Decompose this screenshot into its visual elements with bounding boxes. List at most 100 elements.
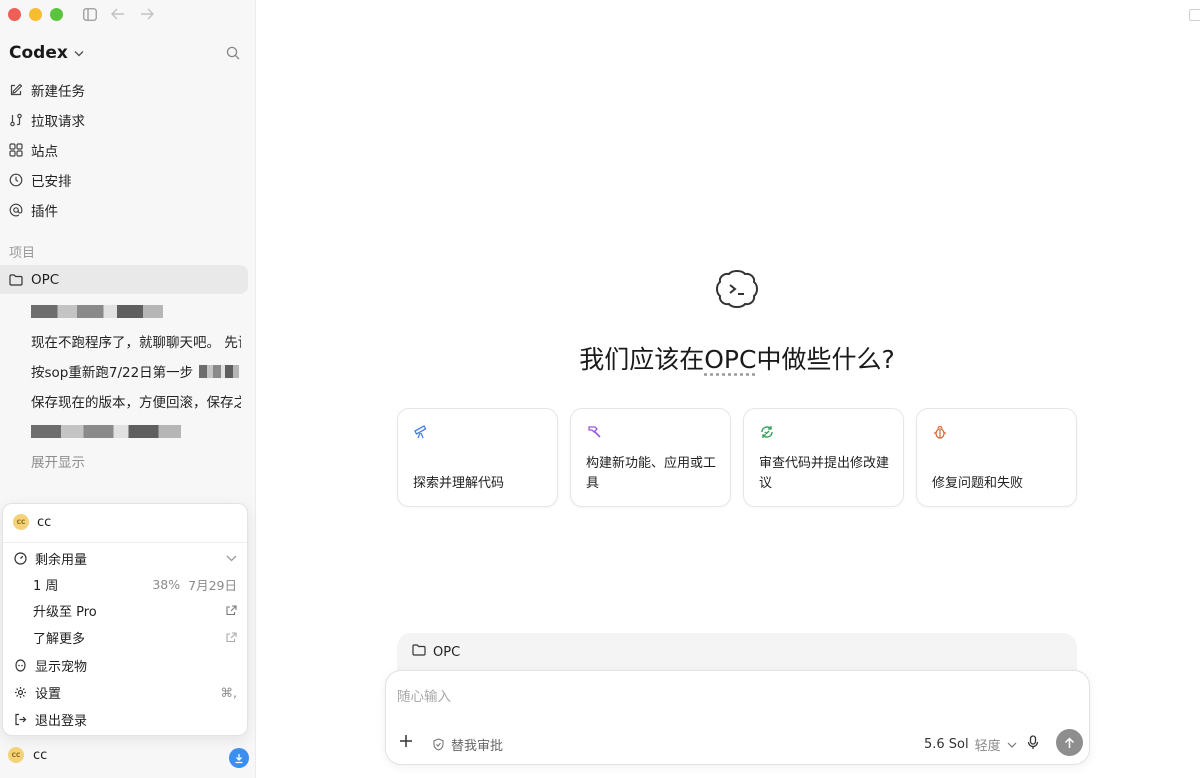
suggestion-card-build[interactable]: 构建新功能、应用或工具: [570, 408, 731, 507]
thread-title: 保存现在的版本，方便回滚，保存之: [31, 395, 241, 411]
avatar: CC: [8, 747, 24, 763]
thread-item[interactable]: [31, 416, 241, 446]
model-name: 5.6 Sol: [924, 737, 969, 752]
settings-label: 设置: [35, 686, 62, 702]
project-item-opc[interactable]: OPC: [0, 265, 248, 294]
account-button[interactable]: CC cc: [8, 747, 47, 763]
search-icon[interactable]: [226, 45, 240, 64]
close-window-button[interactable]: [8, 8, 21, 21]
redacted-text: [31, 424, 181, 438]
model-selector[interactable]: 5.6 Sol 轻度: [924, 735, 1017, 754]
usage-reset-date: 7月29日: [188, 577, 237, 593]
sidebar: Codex 新建任务 拉取请求 站点 已安排 插件 项目 OPC 现在不跑程序了…: [0, 0, 256, 778]
review-icon: [759, 424, 775, 444]
telescope-icon: [413, 424, 429, 444]
message-input[interactable]: 随心输入: [397, 685, 451, 705]
logout-label: 退出登录: [35, 713, 88, 729]
account-menu-user: CC cc: [13, 514, 51, 530]
page-title: 我们应该在OPC中做些什么?: [400, 340, 1074, 376]
thread-item[interactable]: 按sop重新跑7/22日第一步: [31, 356, 241, 386]
app-switcher[interactable]: Codex: [9, 43, 84, 63]
sidebar-item-pull-requests[interactable]: 拉取请求: [0, 105, 256, 135]
chevron-down-icon: [226, 555, 237, 561]
account-username: cc: [37, 514, 52, 530]
app-title: Codex: [9, 43, 68, 63]
window-panel-icon[interactable]: [1189, 9, 1200, 21]
composer-project-selector[interactable]: OPC: [412, 644, 460, 660]
thread-item[interactable]: 保存现在的版本，方便回滚，保存之: [31, 386, 241, 416]
clock-icon: [9, 173, 23, 187]
sidebar-item-plugins[interactable]: 插件: [0, 195, 256, 225]
suggestion-card-review[interactable]: 审查代码并提出修改建议: [743, 408, 904, 507]
learn-more-menu-item[interactable]: 了解更多: [13, 624, 237, 650]
sidebar-item-new-task[interactable]: 新建任务: [0, 75, 256, 105]
message-composer: 随心输入 替我审批 5.6 Sol 轻度: [385, 670, 1090, 765]
edit-icon: [9, 83, 23, 97]
show-pet-label: 显示宠物: [35, 659, 88, 675]
external-link-icon: [226, 604, 237, 615]
project-name: OPC: [31, 271, 60, 288]
microphone-icon[interactable]: [1027, 735, 1039, 754]
redacted-text: [31, 304, 163, 318]
usage-period: 1 周: [33, 578, 59, 594]
card-label: 修复问题和失败: [932, 476, 1024, 491]
sidebar-toggle-icon[interactable]: [83, 7, 97, 21]
usage-percent: 38%: [152, 576, 181, 592]
usage-period-row: 1 周 38% 7月29日: [13, 571, 237, 597]
settings-shortcut: ⌘,: [220, 684, 237, 700]
thread-item[interactable]: [31, 296, 241, 326]
suggestion-card-fix[interactable]: 修复问题和失败: [916, 408, 1077, 507]
upgrade-label: 升级至 Pro: [33, 604, 97, 620]
add-attachment-icon[interactable]: [399, 733, 413, 752]
auto-approve-label: 替我审批: [451, 739, 504, 754]
terminal-cloud-icon: [713, 266, 761, 318]
card-label: 构建新功能、应用或工具: [586, 456, 717, 491]
gauge-icon: [13, 551, 27, 565]
sidebar-item-scheduled[interactable]: 已安排: [0, 165, 256, 195]
auto-approve-toggle[interactable]: 替我审批: [432, 735, 503, 754]
external-link-icon: [226, 631, 237, 642]
usage-menu-item[interactable]: 剩余用量: [13, 545, 237, 571]
upgrade-pro-menu-item[interactable]: 升级至 Pro: [13, 597, 237, 623]
download-update-button[interactable]: [229, 748, 249, 768]
show-pet-menu-item[interactable]: 显示宠物: [13, 652, 237, 678]
avatar: CC: [13, 514, 29, 530]
forward-arrow-icon[interactable]: [139, 7, 155, 21]
reasoning-effort: 轻度: [974, 739, 1001, 754]
expand-threads-link[interactable]: 展开显示: [31, 446, 241, 476]
suggestion-card-explore[interactable]: 探索并理解代码: [397, 408, 558, 507]
bug-icon: [932, 424, 948, 444]
minimize-window-button[interactable]: [29, 8, 42, 21]
back-arrow-icon[interactable]: [110, 7, 126, 21]
grid-icon: [9, 143, 23, 157]
maximize-window-button[interactable]: [50, 8, 63, 21]
logout-menu-item[interactable]: 退出登录: [13, 706, 237, 732]
footer-username: cc: [33, 747, 48, 763]
download-icon: [235, 753, 243, 763]
folder-icon: [412, 644, 426, 660]
redacted-text: [199, 364, 240, 378]
usage-label: 剩余用量: [35, 552, 88, 568]
thread-item[interactable]: 现在不跑程序了，就聊聊天吧。 先试: [31, 326, 241, 356]
title-text: 中做些什么?: [756, 345, 895, 374]
gear-icon: [13, 686, 27, 699]
pull-request-icon: [9, 113, 23, 127]
logout-icon: [13, 713, 27, 726]
sidebar-item-sites[interactable]: 站点: [0, 135, 256, 165]
hammer-icon: [586, 424, 602, 444]
composer-project-name: OPC: [433, 644, 461, 660]
sidebar-item-label: 拉取请求: [31, 114, 85, 130]
shield-icon: [433, 738, 444, 751]
chevron-down-icon: [1007, 742, 1017, 748]
settings-menu-item[interactable]: 设置 ⌘,: [13, 679, 237, 705]
chevron-down-icon: [74, 50, 84, 56]
sidebar-item-label: 已安排: [31, 174, 72, 190]
divider: [3, 542, 247, 543]
card-label: 探索并理解代码: [413, 476, 505, 491]
send-button[interactable]: [1056, 729, 1083, 756]
sidebar-item-label: 新建任务: [31, 84, 85, 100]
title-project-name[interactable]: OPC: [704, 345, 756, 374]
pet-icon: [13, 658, 27, 672]
title-text: 我们应该在: [579, 345, 705, 374]
thread-list: 现在不跑程序了，就聊聊天吧。 先试 按sop重新跑7/22日第一步 保存现在的版…: [31, 296, 241, 476]
